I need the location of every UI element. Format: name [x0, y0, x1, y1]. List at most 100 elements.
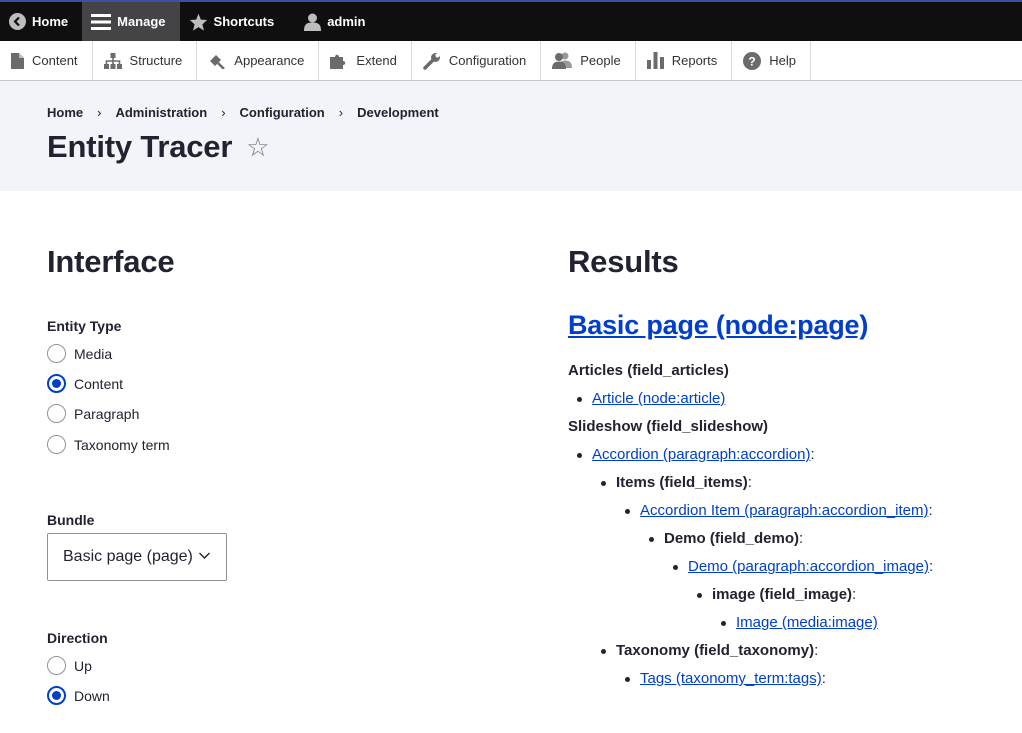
bullet-marker: [577, 397, 582, 402]
toolbar-manage-label: Manage: [117, 14, 166, 29]
bundle-label: Bundle: [47, 512, 95, 528]
breadcrumb: Home › Administration › Configuration › …: [47, 105, 439, 120]
tray-item-content[interactable]: Content: [0, 41, 93, 80]
tray-item-help[interactable]: ? Help: [732, 41, 811, 80]
article-link[interactable]: Article (node:article): [592, 390, 725, 407]
bullet-marker: [625, 509, 630, 514]
page-header: Home › Administration › Configuration › …: [0, 81, 1022, 191]
result-item-tags: Tags (taxonomy_term:tags):: [640, 670, 826, 687]
result-item-taxonomy-field: Taxonomy (field_taxonomy):: [616, 642, 818, 659]
breadcrumb-separator: ›: [97, 105, 102, 120]
bullet-marker: [601, 481, 606, 486]
demo-link[interactable]: Demo (paragraph:accordion_image): [688, 558, 929, 575]
toolbar-shortcuts[interactable]: Shortcuts: [180, 2, 289, 41]
accordion-item-link[interactable]: Accordion Item (paragraph:accordion_item…: [640, 502, 928, 519]
radio-button[interactable]: [47, 404, 66, 423]
colon: :: [799, 530, 804, 547]
colon: :: [928, 558, 934, 575]
radio-media[interactable]: Media: [47, 344, 112, 363]
tray-item-label: Reports: [671, 53, 718, 68]
radio-paragraph[interactable]: Paragraph: [47, 404, 139, 423]
toolbar-user[interactable]: admin: [288, 2, 379, 41]
radio-label: Taxonomy term: [74, 436, 170, 453]
toolbar-home-label: Home: [32, 14, 69, 29]
bullet-marker: [625, 677, 630, 682]
breadcrumb-development[interactable]: Development: [357, 105, 439, 120]
tags-link[interactable]: Tags (taxonomy_term:tags): [640, 670, 822, 687]
result-item-image-field: image (field_image):: [712, 586, 856, 603]
tray-item-people[interactable]: People: [541, 41, 636, 80]
tray-item-appearance[interactable]: Appearance: [197, 41, 320, 80]
colon: :: [810, 446, 815, 463]
radio-button-checked[interactable]: [47, 686, 66, 705]
bar-chart-icon: [646, 52, 664, 69]
toolbar-user-label: admin: [327, 14, 366, 29]
result-item-accordion: Accordion (paragraph:accordion):: [592, 446, 815, 463]
breadcrumb-administration[interactable]: Administration: [115, 105, 207, 120]
radio-button[interactable]: [47, 656, 66, 675]
people-icon: [552, 52, 573, 69]
radio-label: Down: [74, 687, 110, 704]
paint-roller-icon: [208, 53, 226, 69]
field-label-text: Demo (field_demo): [664, 530, 800, 547]
colon: :: [852, 586, 857, 603]
admin-toolbar: Home Manage Shortcuts admin: [0, 0, 1022, 41]
hamburger-icon: [91, 13, 112, 31]
radio-button-checked[interactable]: [47, 374, 66, 393]
field-label-text: Items (field_items): [616, 474, 748, 491]
toolbar-manage[interactable]: Manage: [82, 2, 180, 41]
tray-item-extend[interactable]: Extend: [319, 41, 412, 80]
interface-heading: Interface: [47, 244, 175, 279]
field-label-text: Taxonomy (field_taxonomy): [616, 642, 815, 659]
result-item-image: Image (media:image): [736, 614, 878, 631]
puzzle-icon: [330, 53, 348, 69]
result-item-demo: Demo (paragraph:accordion_image):: [688, 558, 933, 575]
radio-content[interactable]: Content: [47, 374, 123, 393]
breadcrumb-configuration[interactable]: Configuration: [240, 105, 325, 120]
radio-down[interactable]: Down: [47, 686, 110, 705]
colon: :: [814, 642, 819, 659]
page-title-text: Entity Tracer: [47, 129, 233, 164]
help-icon: ?: [743, 51, 762, 70]
radio-label: Content: [74, 375, 124, 392]
tray-item-structure[interactable]: Structure: [93, 41, 198, 80]
colon: :: [747, 474, 752, 491]
tray-item-label: Extend: [356, 53, 397, 68]
breadcrumb-separator: ›: [221, 105, 226, 120]
results-heading: Results: [568, 244, 679, 279]
radio-button[interactable]: [47, 344, 66, 363]
tray-item-reports[interactable]: Reports: [636, 41, 733, 80]
result-item-demo-field: Demo (field_demo):: [664, 530, 803, 547]
tray-item-label: Help: [769, 53, 796, 68]
wrench-icon: [423, 52, 441, 70]
toolbar-shortcuts-label: Shortcuts: [213, 14, 275, 29]
back-arrow-icon: [9, 13, 26, 30]
tray-item-configuration[interactable]: Configuration: [412, 41, 542, 80]
chevron-down-icon: [199, 552, 210, 559]
radio-taxonomy-term[interactable]: Taxonomy term: [47, 435, 170, 454]
colon: :: [821, 670, 826, 687]
breadcrumb-home[interactable]: Home: [47, 105, 83, 120]
radio-button[interactable]: [47, 435, 66, 454]
radio-up[interactable]: Up: [47, 656, 92, 675]
tray-item-label: Content: [32, 53, 78, 68]
bullet-marker: [697, 593, 702, 598]
bullet-marker: [721, 621, 726, 626]
tray-item-label: People: [580, 53, 621, 68]
result-item-items: Items (field_items):: [616, 474, 752, 491]
colon: :: [928, 502, 933, 519]
radio-label: Up: [74, 657, 92, 674]
bullet-marker: [577, 453, 582, 458]
image-link[interactable]: Image (media:image): [736, 614, 878, 631]
toolbar-home[interactable]: Home: [0, 2, 82, 41]
bundle-select[interactable]: Basic page (page): [47, 533, 227, 581]
page-title: Entity Tracer ☆: [47, 129, 270, 165]
add-shortcut-star-icon[interactable]: ☆: [246, 132, 269, 163]
result-item-article: Article (node:article): [592, 390, 725, 407]
root-entity-link[interactable]: Basic page (node:page): [568, 310, 868, 341]
star-icon: [189, 13, 208, 31]
tray-item-label: Structure: [129, 53, 183, 68]
admin-tray: Content Structure Appearance Extend Conf…: [0, 41, 1022, 81]
accordion-link[interactable]: Accordion (paragraph:accordion): [592, 446, 810, 463]
direction-label: Direction: [47, 630, 108, 646]
